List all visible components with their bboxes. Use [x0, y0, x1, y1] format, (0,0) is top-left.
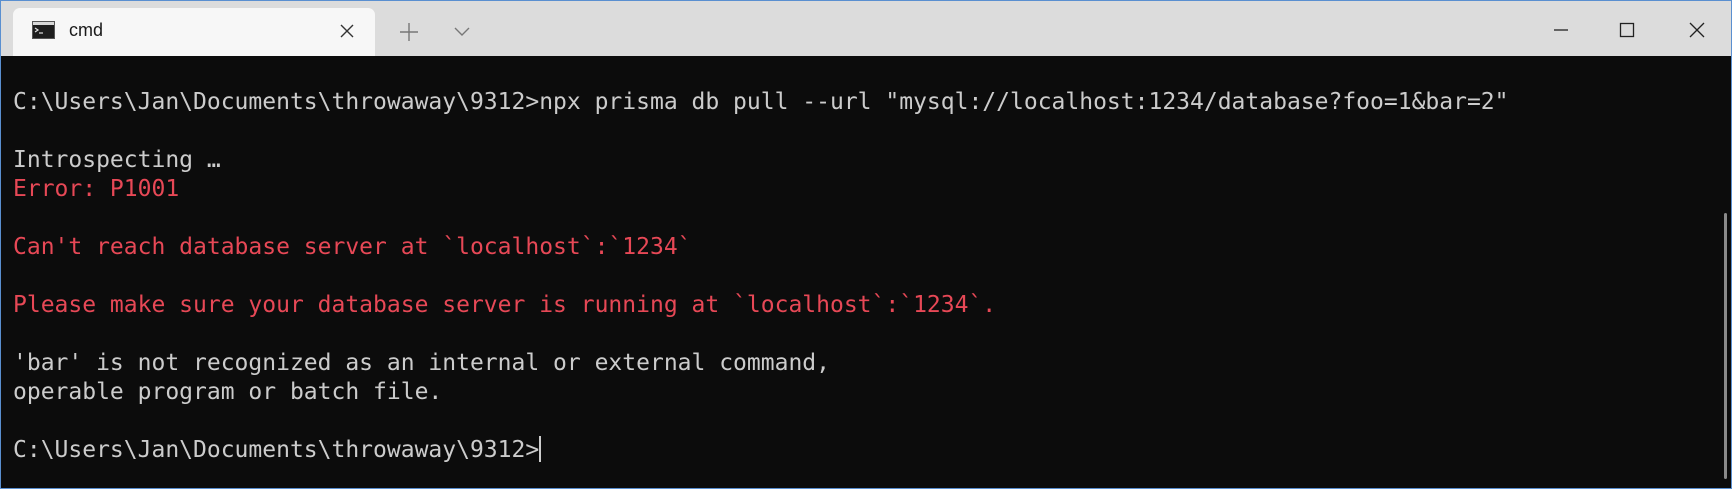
terminal-prompt-line[interactable]: C:\Users\Jan\Documents\throwaway\9312>: [13, 436, 1509, 465]
terminal-line-error: Please make sure your database server is…: [13, 292, 997, 318]
tab-cmd[interactable]: cmd: [13, 8, 375, 56]
terminal-window: cmd C:\Users\Jan\Documents\throwaway\931…: [0, 0, 1732, 489]
minimize-icon[interactable]: [1546, 15, 1576, 45]
text-cursor: [539, 436, 542, 462]
chevron-down-icon[interactable]: [447, 17, 477, 47]
title-bar[interactable]: cmd: [1, 1, 1731, 56]
terminal-line-error: Error: P1001: [13, 176, 180, 202]
terminal-output[interactable]: C:\Users\Jan\Documents\throwaway\9312>np…: [13, 88, 1509, 465]
plus-icon[interactable]: [394, 17, 424, 47]
terminal-line: operable program or batch file.: [13, 379, 443, 405]
terminal-line: Introspecting …: [13, 147, 221, 173]
close-icon[interactable]: [335, 19, 359, 43]
close-icon[interactable]: [1682, 15, 1712, 45]
scrollbar[interactable]: [1724, 213, 1727, 479]
terminal-line: 'bar' is not recognized as an internal o…: [13, 350, 830, 376]
terminal-line: C:\Users\Jan\Documents\throwaway\9312>np…: [13, 89, 1509, 115]
tab-title: cmd: [69, 20, 104, 40]
terminal-prompt: C:\Users\Jan\Documents\throwaway\9312>: [13, 437, 540, 463]
terminal-icon: [32, 21, 55, 39]
terminal-line-error: Can't reach database server at `localhos…: [13, 234, 692, 260]
maximize-icon[interactable]: [1612, 15, 1642, 45]
